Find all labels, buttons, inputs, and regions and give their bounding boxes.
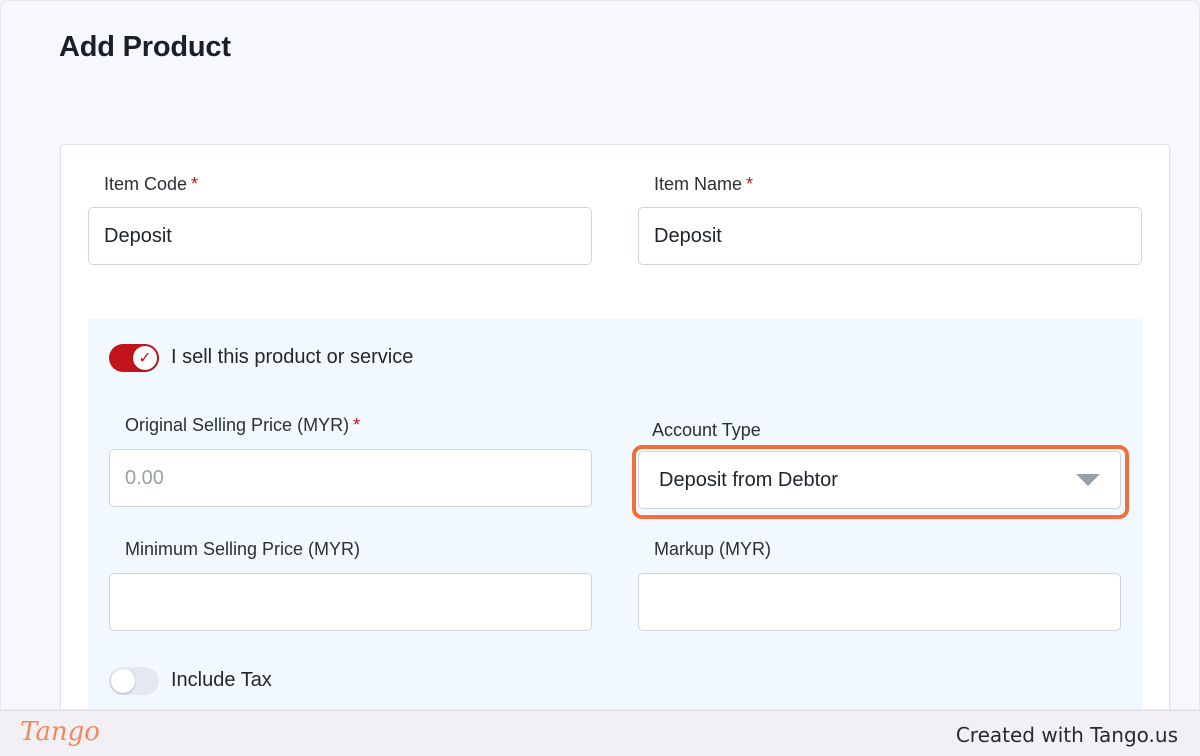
product-form-card: Item Code* Item Name* ✓ I sell this prod… [60,144,1170,709]
item-code-input[interactable] [88,207,592,265]
original-selling-price-label-text: Original Selling Price (MYR) [125,415,350,435]
required-mark: * [191,174,199,194]
item-code-label: Item Code * [104,174,198,195]
markup-label: Markup (MYR) [654,539,772,559]
toggle-knob: ✓ [133,346,157,370]
original-selling-price-label: Original Selling Price (MYR) * [125,415,360,436]
toggle-knob [111,669,135,693]
sell-section: ✓ I sell this product or service Origina… [88,319,1143,709]
account-type-label: Account Type [652,420,761,440]
footer-credit: Created with Tango.us [955,723,1178,747]
required-mark: * [353,415,361,435]
item-name-label-text: Item Name [654,174,743,194]
item-name-label: Item Name * [654,174,753,195]
minimum-selling-price-label: Minimum Selling Price (MYR) [125,539,361,559]
minimum-selling-price-input[interactable] [109,573,592,631]
include-tax-label: Include Tax [171,669,272,691]
item-name-input[interactable] [638,207,1142,265]
markup-input[interactable] [638,573,1121,631]
caret-down-icon [1076,474,1100,486]
app-window: Add Product Item Code* Item Name* ✓ I se… [0,0,1200,710]
check-icon: ✓ [138,348,152,367]
tango-footer: Tango Created with Tango.us [0,710,1200,756]
required-mark: * [746,174,754,194]
item-code-label-text: Item Code [104,174,188,194]
original-selling-price-input[interactable] [109,449,592,507]
sell-toggle[interactable]: ✓ [109,344,159,372]
account-type-select[interactable]: Deposit from Debtor [638,451,1121,509]
tango-logo: Tango [20,717,100,747]
include-tax-toggle[interactable] [109,667,159,695]
page-title: Add Product [59,31,231,63]
account-type-selected-value: Deposit from Debtor [659,468,838,491]
sell-toggle-label: I sell this product or service [171,346,414,368]
